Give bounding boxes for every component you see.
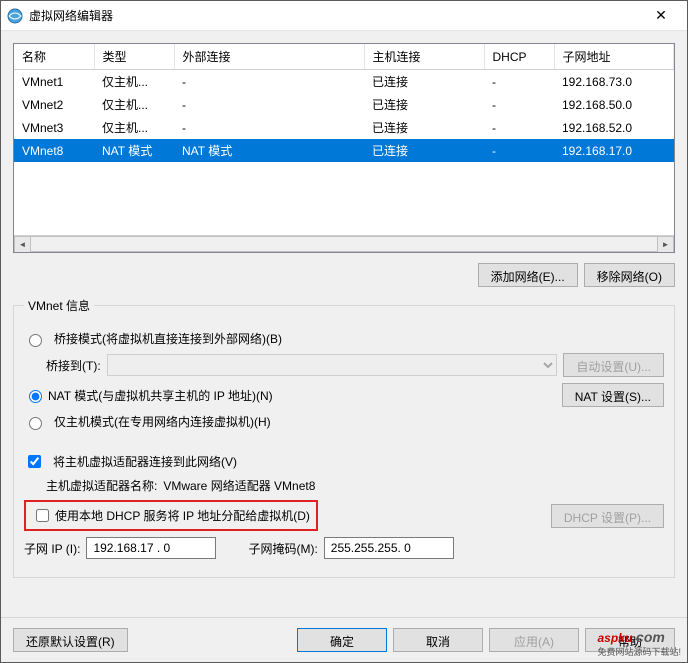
table-cell: 192.168.17.0 — [554, 139, 674, 162]
add-network-button[interactable]: 添加网络(E)... — [478, 263, 578, 287]
network-table[interactable]: 名称类型外部连接主机连接DHCP子网地址 VMnet1仅主机...-已连接-19… — [14, 44, 674, 162]
hostonly-radio-label: 仅主机模式(在专用网络内连接虚拟机)(H) — [54, 413, 271, 430]
vmnet-info-legend: VMnet 信息 — [24, 297, 94, 314]
host-adapter-checkbox[interactable] — [28, 455, 41, 468]
apply-button: 应用(A) — [489, 628, 579, 652]
host-adapter-check-label: 将主机虚拟适配器连接到此网络(V) — [53, 453, 237, 470]
table-cell: - — [484, 70, 554, 94]
table-cell: - — [174, 116, 364, 139]
network-table-container: 名称类型外部连接主机连接DHCP子网地址 VMnet1仅主机...-已连接-19… — [13, 43, 675, 253]
nat-settings-button[interactable]: NAT 设置(S)... — [562, 383, 664, 407]
bridged-radio[interactable] — [29, 334, 42, 347]
horizontal-scrollbar[interactable]: ◄ ► — [14, 235, 674, 252]
host-adapter-name-row: 主机虚拟适配器名称: VMware 网络适配器 VMnet8 — [46, 477, 664, 494]
scroll-track[interactable] — [31, 236, 657, 252]
remove-network-button[interactable]: 移除网络(O) — [584, 263, 675, 287]
column-header[interactable]: 名称 — [14, 44, 94, 70]
table-cell: 已连接 — [364, 139, 484, 162]
column-header[interactable]: 类型 — [94, 44, 174, 70]
dhcp-row: 使用本地 DHCP 服务将 IP 地址分配给虚拟机(D) DHCP 设置(P).… — [24, 500, 664, 531]
table-cell: NAT 模式 — [94, 139, 174, 162]
table-cell: - — [484, 93, 554, 116]
table-cell: - — [484, 116, 554, 139]
scroll-left-button[interactable]: ◄ — [14, 236, 31, 253]
table-cell: VMnet1 — [14, 70, 94, 94]
scroll-right-button[interactable]: ► — [657, 236, 674, 253]
host-adapter-check-row[interactable]: 将主机虚拟适配器连接到此网络(V) — [24, 452, 664, 471]
table-cell: NAT 模式 — [174, 139, 364, 162]
table-row[interactable]: VMnet1仅主机...-已连接-192.168.73.0 — [14, 70, 674, 94]
vmnet-info-group: VMnet 信息 桥接模式(将虚拟机直接连接到外部网络)(B) 桥接到(T): … — [13, 297, 675, 578]
cancel-button[interactable]: 取消 — [393, 628, 483, 652]
table-cell: 已连接 — [364, 93, 484, 116]
auto-settings-button: 自动设置(U)... — [563, 353, 664, 377]
nat-radio[interactable] — [29, 390, 42, 403]
subnet-ip-input[interactable] — [86, 537, 216, 559]
dhcp-redbox: 使用本地 DHCP 服务将 IP 地址分配给虚拟机(D) — [24, 500, 318, 531]
help-button[interactable]: 帮助 — [585, 628, 675, 652]
virtual-network-editor-window: 虚拟网络编辑器 ✕ 名称类型外部连接主机连接DHCP子网地址 VMnet1仅主机… — [0, 0, 688, 663]
bridged-radio-label: 桥接模式(将虚拟机直接连接到外部网络)(B) — [54, 330, 282, 347]
table-cell: VMnet8 — [14, 139, 94, 162]
bridged-to-label: 桥接到(T): — [46, 357, 101, 374]
subnet-mask-input[interactable] — [324, 537, 454, 559]
dialog-footer: 还原默认设置(R) 确定 取消 应用(A) 帮助 — [1, 617, 687, 662]
table-row[interactable]: VMnet3仅主机...-已连接-192.168.52.0 — [14, 116, 674, 139]
table-cell: 仅主机... — [94, 116, 174, 139]
restore-defaults-button[interactable]: 还原默认设置(R) — [13, 628, 128, 652]
column-header[interactable]: 子网地址 — [554, 44, 674, 70]
table-cell: - — [174, 70, 364, 94]
bridged-to-row: 桥接到(T): 自动设置(U)... — [46, 353, 664, 377]
table-row[interactable]: VMnet2仅主机...-已连接-192.168.50.0 — [14, 93, 674, 116]
table-cell: 仅主机... — [94, 93, 174, 116]
close-button[interactable]: ✕ — [641, 7, 681, 24]
hostonly-radio[interactable] — [29, 417, 42, 430]
column-header[interactable]: DHCP — [484, 44, 554, 70]
dialog-body: 名称类型外部连接主机连接DHCP子网地址 VMnet1仅主机...-已连接-19… — [1, 31, 687, 617]
table-row[interactable]: VMnet8NAT 模式NAT 模式已连接-192.168.17.0 — [14, 139, 674, 162]
nat-radio-label: NAT 模式(与虚拟机共享主机的 IP 地址)(N) — [48, 387, 273, 404]
table-cell: VMnet2 — [14, 93, 94, 116]
table-cell: 192.168.73.0 — [554, 70, 674, 94]
app-icon — [7, 8, 23, 24]
subnet-row: 子网 IP (I): 子网掩码(M): — [24, 537, 664, 559]
table-cell: - — [174, 93, 364, 116]
table-cell: 已连接 — [364, 116, 484, 139]
nat-radio-row: NAT 模式(与虚拟机共享主机的 IP 地址)(N) NAT 设置(S)... — [24, 383, 664, 407]
dhcp-settings-button: DHCP 设置(P)... — [551, 504, 664, 528]
table-cell: 已连接 — [364, 70, 484, 94]
nat-radio-wrap[interactable]: NAT 模式(与虚拟机共享主机的 IP 地址)(N) — [24, 387, 273, 404]
subnet-ip-label: 子网 IP (I): — [24, 540, 80, 557]
host-adapter-name-label: 主机虚拟适配器名称: — [46, 477, 157, 494]
column-header[interactable]: 外部连接 — [174, 44, 364, 70]
hostonly-radio-row[interactable]: 仅主机模式(在专用网络内连接虚拟机)(H) — [24, 413, 664, 430]
table-cell: 仅主机... — [94, 70, 174, 94]
window-title: 虚拟网络编辑器 — [29, 7, 641, 24]
table-cell: VMnet3 — [14, 116, 94, 139]
column-header[interactable]: 主机连接 — [364, 44, 484, 70]
titlebar: 虚拟网络编辑器 ✕ — [1, 1, 687, 31]
table-cell: - — [484, 139, 554, 162]
table-cell: 192.168.50.0 — [554, 93, 674, 116]
subnet-mask-label: 子网掩码(M): — [248, 540, 317, 557]
table-cell: 192.168.52.0 — [554, 116, 674, 139]
host-adapter-name-value: VMware 网络适配器 VMnet8 — [163, 477, 315, 494]
ok-button[interactable]: 确定 — [297, 628, 387, 652]
dhcp-checkbox[interactable] — [36, 509, 49, 522]
bridged-radio-row[interactable]: 桥接模式(将虚拟机直接连接到外部网络)(B) — [24, 330, 664, 347]
dhcp-check-label: 使用本地 DHCP 服务将 IP 地址分配给虚拟机(D) — [55, 507, 310, 524]
bridged-to-select — [107, 354, 558, 376]
network-buttons-row: 添加网络(E)... 移除网络(O) — [13, 263, 675, 287]
